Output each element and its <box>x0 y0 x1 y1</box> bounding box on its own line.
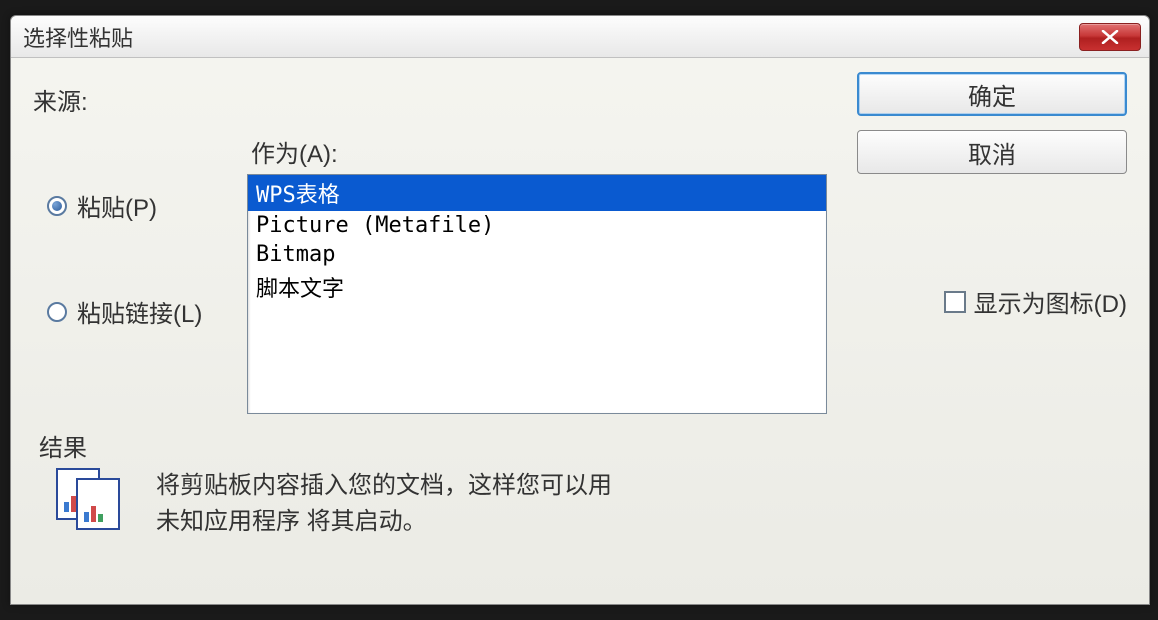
paste-link-radio[interactable]: 粘贴链接(L) <box>47 294 202 329</box>
paste-radio[interactable]: 粘贴(P) <box>47 188 157 223</box>
paste-radio-label: 粘贴(P) <box>77 188 157 223</box>
result-description: 将剪贴板内容插入您的文档，这样您可以用 未知应用程序 将其启动。 <box>156 468 612 540</box>
result-area: 将剪贴板内容插入您的文档，这样您可以用 未知应用程序 将其启动。 <box>56 468 612 540</box>
result-line1: 将剪贴板内容插入您的文档，这样您可以用 <box>156 468 612 504</box>
document-chart-icon <box>56 468 128 532</box>
close-icon <box>1101 30 1119 44</box>
list-item[interactable]: Picture (Metafile) <box>248 211 826 240</box>
result-label: 结果 <box>39 428 87 463</box>
display-as-icon-checkbox[interactable]: 显示为图标(D) <box>944 284 1127 319</box>
display-as-icon-label: 显示为图标(D) <box>974 284 1127 319</box>
result-line2: 未知应用程序 将其启动。 <box>156 504 612 540</box>
as-label: 作为(A): <box>251 134 338 169</box>
radio-icon <box>47 302 67 322</box>
paste-special-dialog: 选择性粘贴 来源: 作为(A): 粘贴(P) 粘贴链接(L) WPS表格 Pic… <box>10 15 1150 605</box>
checkbox-icon <box>944 291 966 313</box>
source-label: 来源: <box>33 82 88 117</box>
dialog-body: 来源: 作为(A): 粘贴(P) 粘贴链接(L) WPS表格 Picture (… <box>11 58 1149 604</box>
radio-icon <box>47 196 67 216</box>
ok-button[interactable]: 确定 <box>857 72 1127 116</box>
cancel-button-label: 取消 <box>968 135 1016 170</box>
dialog-title: 选择性粘贴 <box>23 21 133 53</box>
titlebar: 选择性粘贴 <box>11 16 1149 58</box>
list-item[interactable]: Bitmap <box>248 240 826 269</box>
ok-button-label: 确定 <box>968 77 1016 112</box>
paste-link-radio-label: 粘贴链接(L) <box>77 294 202 329</box>
list-item[interactable]: 脚本文字 <box>248 269 826 305</box>
cancel-button[interactable]: 取消 <box>857 130 1127 174</box>
list-item[interactable]: WPS表格 <box>248 175 826 211</box>
close-button[interactable] <box>1079 23 1141 51</box>
format-listbox[interactable]: WPS表格 Picture (Metafile) Bitmap 脚本文字 <box>247 174 827 414</box>
